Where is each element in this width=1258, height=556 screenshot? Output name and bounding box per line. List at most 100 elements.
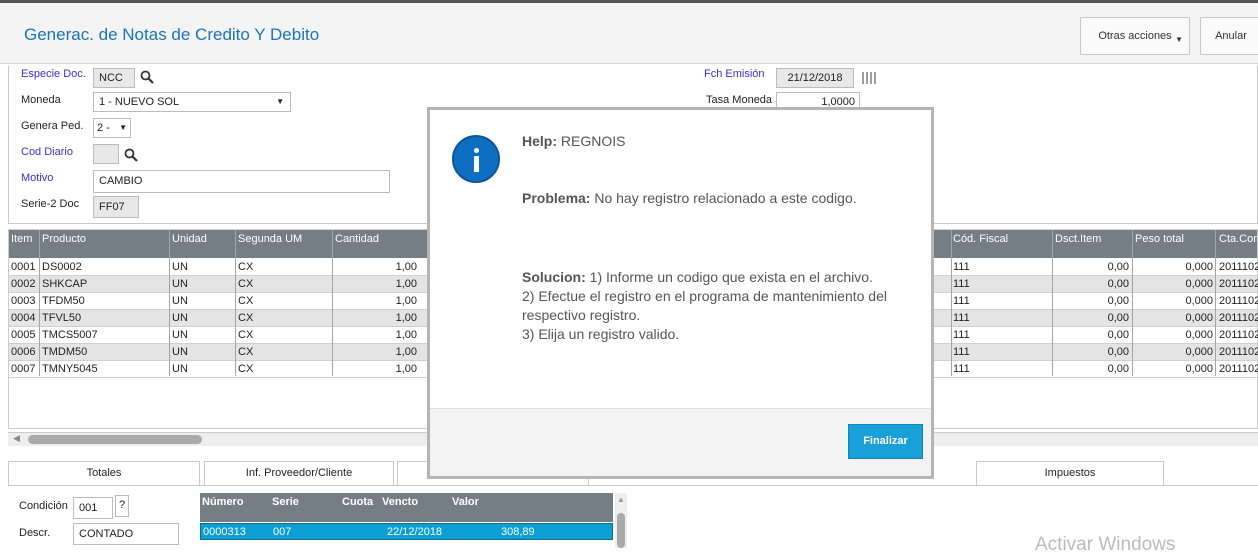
col-numero[interactable]: Número <box>202 496 244 508</box>
search-icon[interactable] <box>124 148 138 162</box>
scrollbar-thumb[interactable] <box>617 513 625 548</box>
cell-unidad: UN <box>172 329 188 341</box>
tasa-label: Tasa Moneda <box>706 94 773 106</box>
activation-watermark: Activar Windows <box>1035 534 1176 555</box>
cell-valor: 308,89 <box>501 526 535 538</box>
anular-button[interactable]: Anular <box>1200 17 1258 55</box>
title-bar: Generac. de Notas de Credito Y Debito Ot… <box>0 0 1258 64</box>
cell-cta: 2011102 <box>1219 261 1258 273</box>
genera-select[interactable]: 2 - ▼ <box>93 118 131 138</box>
col-unidad[interactable]: Unidad <box>172 233 207 245</box>
cell-cod-fiscal: 111 <box>953 312 970 324</box>
col-cantidad[interactable]: Cantidad <box>335 233 379 245</box>
col-item[interactable]: Item <box>11 233 32 245</box>
search-icon[interactable] <box>140 70 154 84</box>
condicion-field[interactable]: 001 <box>73 497 113 519</box>
tab-impuestos[interactable]: Impuestos <box>976 461 1164 486</box>
moneda-label: Moneda <box>21 94 61 106</box>
table-row[interactable]: 0000313 007 22/12/2018 308,89 <box>200 523 613 540</box>
cell-segunda: CX <box>238 363 254 375</box>
chevron-down-icon: ▼ <box>1175 35 1183 44</box>
serie-field[interactable]: FF07 <box>93 196 139 218</box>
cell-cod-fiscal: 111 <box>953 346 970 358</box>
cell-segunda: CX <box>238 329 254 341</box>
cell-peso: 0,000 <box>1185 329 1213 341</box>
cell-unidad: UN <box>172 261 188 273</box>
cell-producto: DS0002 <box>42 261 82 273</box>
tab-proveedor[interactable]: Inf. Proveedor/Cliente <box>204 461 394 486</box>
cell-cod-fiscal: 111 <box>953 329 970 341</box>
tab-totales[interactable]: Totales <box>8 461 200 486</box>
cell-cantidad: 1,00 <box>395 312 417 324</box>
fch-emision-field[interactable]: 21/12/2018 <box>776 68 854 88</box>
column-divider <box>332 230 333 376</box>
cell-dsct: 0,00 <box>1107 346 1129 358</box>
moneda-value: 1 - NUEVO SOL <box>99 96 180 108</box>
motivo-field[interactable]: CAMBIO <box>93 170 390 193</box>
column-divider <box>39 230 40 376</box>
cell-item: 0001 <box>11 261 36 273</box>
cod-diario-field[interactable] <box>93 144 119 164</box>
cell-producto: TMCS5007 <box>42 329 98 341</box>
moneda-select[interactable]: 1 - NUEVO SOL ▼ <box>93 92 291 112</box>
tabs-underline <box>8 485 1258 486</box>
col-dsct-item[interactable]: Dsct.Item <box>1055 233 1101 245</box>
cell-dsct: 0,00 <box>1107 295 1129 307</box>
cell-peso: 0,000 <box>1185 278 1213 290</box>
fch-emision-label: Fch Emisión <box>704 68 765 80</box>
cell-dsct: 0,00 <box>1107 329 1129 341</box>
descr-label: Descr. <box>19 527 51 539</box>
col-cuota[interactable]: Cuota <box>342 496 373 508</box>
chevron-left-icon[interactable]: ◀ <box>13 433 20 444</box>
calendar-icon[interactable] <box>862 72 876 84</box>
cell-cod-fiscal: 111 <box>953 363 970 375</box>
problema-label: Problema: <box>522 190 591 206</box>
cell-peso: 0,000 <box>1185 261 1213 273</box>
cell-segunda: CX <box>238 295 254 307</box>
cod-diario-label: Cod Diario <box>21 146 73 158</box>
cell-unidad: UN <box>172 346 188 358</box>
col-vencto[interactable]: Vencto <box>382 496 418 508</box>
anular-label: Anular <box>1215 30 1247 42</box>
chevron-up-icon[interactable]: ▲ <box>617 495 625 504</box>
col-cta-cont[interactable]: Cta.Cont <box>1219 233 1258 245</box>
cell-dsct: 0,00 <box>1107 312 1129 324</box>
scrollbar-thumb[interactable] <box>28 435 202 444</box>
col-segunda-um[interactable]: Segunda UM <box>238 233 302 245</box>
cell-producto: TFVL50 <box>42 312 82 324</box>
motivo-label: Motivo <box>21 172 54 184</box>
cell-producto: TMDM50 <box>42 346 88 358</box>
cell-serie: 007 <box>273 526 292 538</box>
finalizar-button[interactable]: Finalizar <box>848 424 923 459</box>
chevron-down-icon: ▼ <box>276 97 284 106</box>
cell-dsct: 0,00 <box>1107 363 1129 375</box>
especie-field[interactable]: NCC <box>93 68 135 88</box>
tab-impuestos-label: Impuestos <box>1044 467 1096 479</box>
column-divider <box>235 230 236 376</box>
col-valor[interactable]: Valor <box>452 496 479 508</box>
genera-value: 2 - <box>97 122 110 134</box>
column-divider <box>1215 230 1216 376</box>
help-label: Help: <box>522 133 557 149</box>
cell-segunda: CX <box>238 278 254 290</box>
cell-producto: TFDM50 <box>42 295 85 307</box>
col-producto[interactable]: Producto <box>42 233 86 245</box>
cell-vencto: 22/12/2018 <box>387 526 443 538</box>
chevron-down-icon: ▼ <box>119 123 127 132</box>
condicion-help-button[interactable]: ? <box>115 495 129 517</box>
cell-producto: SHKCAP <box>42 278 88 290</box>
serie-label: Serie-2 Doc <box>21 198 80 210</box>
solucion-3: 3) Elija un registro valido. <box>522 326 680 342</box>
cell-peso: 0,000 <box>1185 312 1213 324</box>
col-peso-total[interactable]: Peso total <box>1135 233 1184 245</box>
col-serie[interactable]: Serie <box>272 496 299 508</box>
cell-cod-fiscal: 111 <box>953 295 970 307</box>
vertical-scrollbar[interactable]: ▲ <box>615 493 627 548</box>
cell-unidad: UN <box>172 278 188 290</box>
col-cod-fiscal[interactable]: Cód. Fiscal <box>953 233 1008 245</box>
descr-field[interactable]: CONTADO <box>73 523 179 545</box>
cell-item: 0007 <box>11 363 36 375</box>
cell-segunda: CX <box>238 312 254 324</box>
cell-dsct: 0,00 <box>1107 278 1129 290</box>
otras-acciones-button[interactable]: Otras acciones ▼ <box>1080 17 1190 55</box>
